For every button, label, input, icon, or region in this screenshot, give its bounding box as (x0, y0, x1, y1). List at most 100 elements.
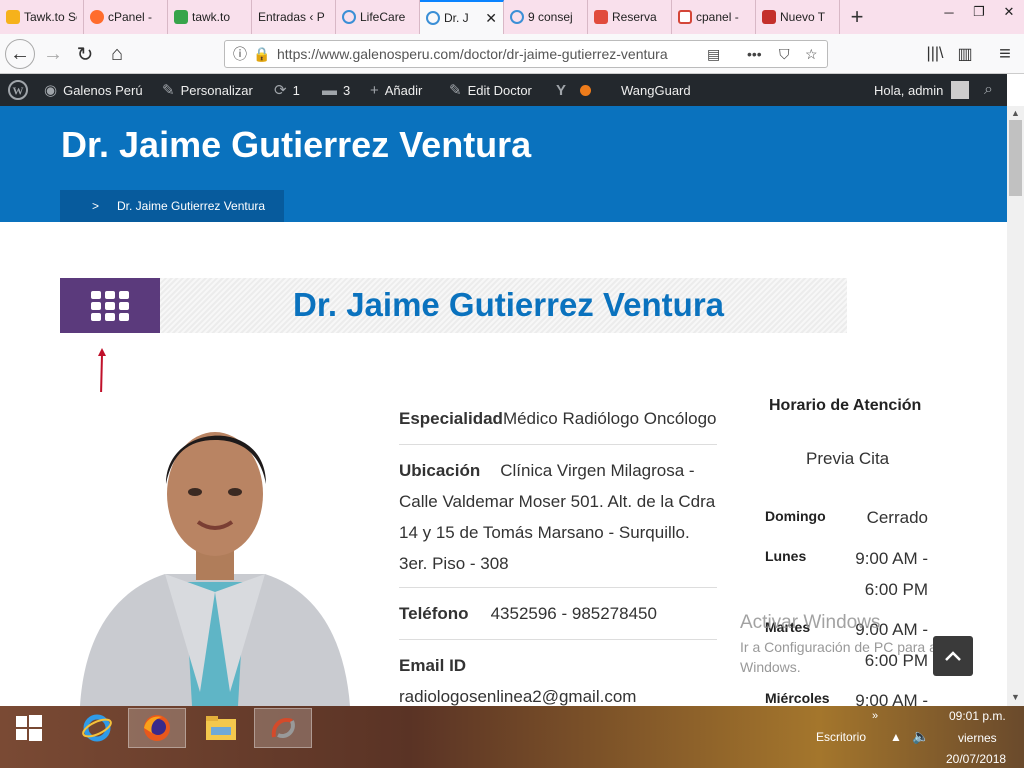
tab-favicon-icon (174, 10, 188, 24)
tab-label: Nuevo T (780, 10, 826, 24)
restore-icon[interactable]: ❐ (964, 0, 994, 24)
updates-count: 1 (292, 82, 300, 98)
scroll-up-arrow-icon[interactable]: ▲ (1009, 108, 1022, 120)
comments-count: 3 (343, 82, 351, 98)
divider (399, 444, 717, 445)
bookmark-star-icon[interactable]: ☆ (805, 46, 818, 63)
clock-time[interactable]: 09:01 p.m. (949, 709, 1006, 723)
vertical-scrollbar[interactable] (1007, 106, 1024, 706)
tab-favicon-icon (342, 10, 356, 24)
close-tab-icon[interactable]: ✕ (485, 10, 497, 27)
doctor-title-bar: Dr. Jaime Gutierrez Ventura (60, 278, 847, 333)
greeting-label: Hola, admin (874, 82, 944, 98)
schedule-day: Lunes (765, 548, 807, 564)
desktop-toolbar-label[interactable]: Escritorio (816, 730, 866, 744)
browser-tab[interactable]: 9 consej (504, 0, 588, 34)
show-hidden-icons-icon[interactable]: ▲ (890, 730, 902, 744)
comment-icon: ▬ (322, 81, 337, 99)
browser-tab[interactable]: cPanel - (84, 0, 168, 34)
site-name: Galenos Perú (63, 82, 143, 98)
lock-warning-icon[interactable]: 🔒 (253, 46, 270, 63)
reload-button[interactable]: ↻ (70, 39, 100, 69)
tab-label: Tawk.to Sett (24, 10, 77, 24)
url-text[interactable]: https://www.galenosperu.com/doctor/dr-ja… (277, 46, 668, 62)
site-menu[interactable]: ◉ Galenos Perú (44, 74, 143, 106)
edit-doctor-menu[interactable]: ✎ Edit Doctor (449, 74, 532, 106)
specialty-value: Médico Radiólogo Oncólogo (502, 409, 717, 428)
scrollbar-thumb[interactable] (1009, 120, 1022, 196)
scroll-down-arrow-icon[interactable]: ▼ (1009, 692, 1022, 704)
info-icon[interactable]: ⓘ (233, 44, 247, 64)
wordpress-logo-icon[interactable]: W (8, 74, 28, 106)
add-new-menu[interactable]: + Añadir (370, 74, 422, 106)
scroll-to-top-button[interactable] (933, 636, 973, 676)
library-icon[interactable]: |||\ (920, 39, 950, 69)
tab-favicon-icon (510, 10, 524, 24)
chevron-up-icon (945, 651, 961, 661)
schedule-day: Miércoles (765, 690, 830, 706)
breadcrumb-separator: > (92, 199, 100, 213)
divider (399, 587, 717, 588)
tab-favicon-icon (426, 11, 440, 25)
tab-label: LifeCare (360, 10, 406, 24)
updates-menu[interactable]: ⟳ 1 (274, 74, 300, 106)
browser-tab[interactable]: cpanel - (672, 0, 756, 34)
specialty-label: Especialidad (399, 409, 503, 428)
minimize-icon[interactable]: ─ (934, 0, 964, 24)
file-explorer-icon[interactable] (192, 708, 250, 748)
url-bar[interactable]: ⓘ 🔒 https://www.galenosperu.com/doctor/d… (224, 40, 828, 68)
search-icon[interactable]: ⌕ (984, 74, 993, 106)
reader-view-icon[interactable]: ▤ (707, 46, 720, 63)
yoast-menu[interactable]: Y (556, 74, 592, 106)
browser-tab[interactable]: LifeCare (336, 0, 420, 34)
forward-button[interactable]: → (38, 39, 68, 69)
schedule-time: 9:00 AM - 6:00 PM (855, 549, 928, 599)
browser-tab[interactable]: Reserva (588, 0, 672, 34)
tab-favicon-icon (762, 10, 776, 24)
firefox-icon[interactable] (128, 708, 186, 748)
sidebar-icon[interactable]: ▥ (950, 39, 980, 69)
clock-day[interactable]: viernes (958, 731, 997, 745)
grid-menu-icon[interactable] (60, 278, 160, 333)
browser-tab[interactable]: tawk.to (168, 0, 252, 34)
new-tab-button[interactable]: + (840, 0, 874, 34)
customize-label: Personalizar (180, 82, 253, 98)
tab-favicon-icon (6, 10, 20, 24)
customize-menu[interactable]: ✎ Personalizar (162, 74, 253, 106)
comments-menu[interactable]: ▬ 3 (322, 74, 350, 106)
back-button[interactable]: ← (5, 39, 35, 69)
internet-explorer-icon[interactable] (68, 708, 126, 748)
doctor-name-heading: Dr. Jaime Gutierrez Ventura (293, 286, 725, 323)
tab-label: tawk.to (192, 10, 231, 24)
taskbar-overflow-chevron-icon[interactable]: » (872, 710, 878, 722)
menu-icon[interactable]: ≡ (990, 39, 1020, 69)
clock-date[interactable]: 20/07/2018 (946, 752, 1006, 766)
brush-icon: ✎ (162, 82, 175, 99)
page-header: Dr. Jaime Gutierrez Ventura > Dr. Jaime … (0, 106, 1007, 222)
tab-label: cpanel - (696, 10, 739, 24)
browser-tab[interactable]: Tawk.to Sett (0, 0, 84, 34)
breadcrumb-current: Dr. Jaime Gutierrez Ventura (117, 199, 266, 213)
schedule-time: Cerrado (866, 508, 928, 527)
my-account-menu[interactable]: Hola, admin (874, 74, 970, 106)
home-button[interactable]: ⌂ (102, 39, 132, 69)
wangguard-label: WangGuard (621, 82, 691, 98)
plus-icon: + (370, 81, 379, 99)
browser-tab-strip: Tawk.to Sett cPanel - tawk.to Entradas ‹… (0, 0, 1024, 34)
browser-tab[interactable]: Nuevo T (756, 0, 840, 34)
seo-status-dot-icon (580, 84, 592, 96)
more-actions-icon[interactable]: ••• (747, 46, 762, 62)
volume-icon[interactable]: 🔈 (912, 728, 929, 745)
wangguard-menu[interactable]: WangGuard (621, 74, 691, 106)
window-controls: ─ ❐ ✕ (934, 0, 1024, 24)
schedule-day: Domingo (765, 508, 826, 524)
close-window-icon[interactable]: ✕ (994, 0, 1024, 24)
app-swirl-icon[interactable] (254, 708, 312, 748)
phone-row: Teléfono 4352596 - 985278450 (399, 598, 717, 629)
pocket-icon[interactable]: ⛉ (779, 46, 790, 63)
activation-watermark-title: Activar Windows (740, 612, 881, 633)
windows-start-icon[interactable] (0, 708, 58, 748)
schedule-title: Horario de Atención (769, 397, 922, 414)
browser-tab[interactable]: Entradas ‹ P (252, 0, 336, 34)
browser-tab-active[interactable]: Dr. J ✕ (420, 0, 504, 34)
